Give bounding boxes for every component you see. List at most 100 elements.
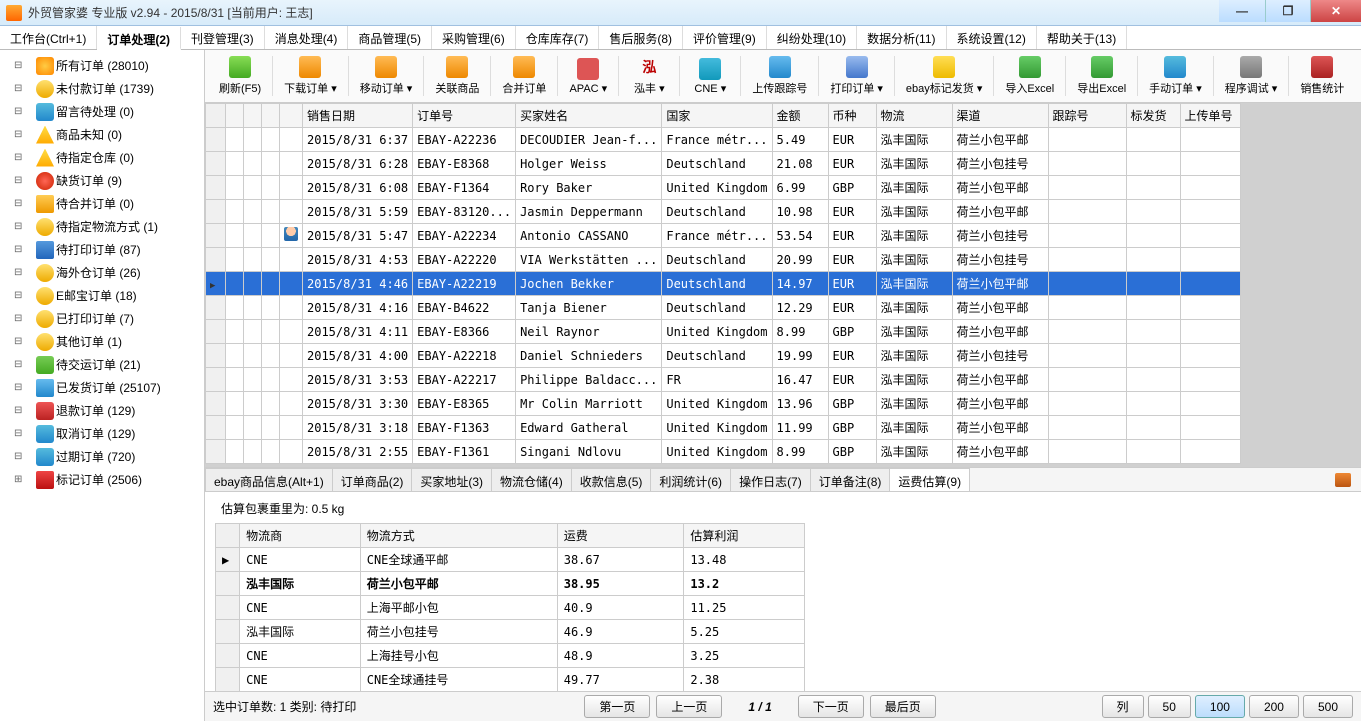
sub-tab[interactable]: 利润统计(6) bbox=[650, 468, 731, 491]
grid-header[interactable]: 销售日期 bbox=[303, 104, 413, 128]
toolbar-button[interactable]: APAC ▾ bbox=[563, 56, 613, 97]
sidebar-item[interactable]: 待合并订单 (0) bbox=[0, 192, 204, 215]
toolbar-button[interactable]: 泓泓丰 ▾ bbox=[624, 54, 674, 98]
detail-row[interactable]: CNE上海平邮小包40.911.25 bbox=[216, 596, 805, 620]
grid-row[interactable]: 2015/8/31 6:37EBAY-A22236DECOUDIER Jean-… bbox=[206, 128, 1241, 152]
sub-tab[interactable]: 买家地址(3) bbox=[411, 468, 492, 491]
pagesize-500-button[interactable]: 500 bbox=[1303, 695, 1353, 718]
grid-row[interactable]: 2015/8/31 3:53EBAY-A22217Philippe Baldac… bbox=[206, 368, 1241, 392]
main-tab[interactable]: 帮助关于(13) bbox=[1037, 26, 1127, 49]
sidebar-item[interactable]: 其他订单 (1) bbox=[0, 330, 204, 353]
sidebar-item[interactable]: E邮宝订单 (18) bbox=[0, 284, 204, 307]
toolbar-button[interactable]: 上传跟踪号 bbox=[746, 54, 813, 98]
grid-header[interactable]: 渠道 bbox=[952, 104, 1048, 128]
toolbar-button[interactable]: 手动订单 ▾ bbox=[1143, 54, 1208, 98]
pagesize-50-button[interactable]: 50 bbox=[1148, 695, 1191, 718]
sidebar-item[interactable]: 待交运订单 (21) bbox=[0, 353, 204, 376]
grid-row[interactable]: 2015/8/31 4:16EBAY-B4622Tanja BienerDeut… bbox=[206, 296, 1241, 320]
toolbar-button[interactable]: 关联商品 bbox=[429, 54, 485, 98]
book-icon[interactable] bbox=[1335, 473, 1351, 487]
sub-tab[interactable]: 收款信息(5) bbox=[571, 468, 652, 491]
sidebar-item[interactable]: 待指定仓库 (0) bbox=[0, 146, 204, 169]
sub-tab[interactable]: 运费估算(9) bbox=[889, 468, 970, 491]
toolbar-button[interactable]: 程序调试 ▾ bbox=[1219, 54, 1284, 98]
toolbar-button[interactable]: 下载订单 ▾ bbox=[278, 54, 343, 98]
first-page-button[interactable]: 第一页 bbox=[584, 695, 650, 718]
detail-row[interactable]: 泓丰国际荷兰小包挂号46.95.25 bbox=[216, 620, 805, 644]
main-tab[interactable]: 刊登管理(3) bbox=[181, 26, 265, 49]
main-tab[interactable]: 评价管理(9) bbox=[683, 26, 767, 49]
sidebar-item[interactable]: 取消订单 (129) bbox=[0, 422, 204, 445]
sidebar-item[interactable]: 已发货订单 (25107) bbox=[0, 376, 204, 399]
sidebar-item[interactable]: 标记订单 (2506) bbox=[0, 468, 204, 491]
main-tab[interactable]: 商品管理(5) bbox=[348, 26, 432, 49]
grid-header[interactable]: 订单号 bbox=[413, 104, 516, 128]
freight-table[interactable]: 物流商物流方式运费估算利润▶CNECNE全球通平邮38.6713.48泓丰国际荷… bbox=[215, 523, 805, 691]
toolbar-button[interactable]: 销售统计 bbox=[1294, 54, 1350, 98]
sidebar-item[interactable]: 所有订单 (28010) bbox=[0, 54, 204, 77]
main-tab[interactable]: 数据分析(11) bbox=[857, 26, 946, 49]
grid-header[interactable]: 币种 bbox=[828, 104, 876, 128]
grid-header[interactable]: 买家姓名 bbox=[516, 104, 662, 128]
columns-button[interactable]: 列 bbox=[1102, 695, 1144, 718]
detail-row[interactable]: 泓丰国际荷兰小包平邮38.9513.2 bbox=[216, 572, 805, 596]
sidebar-item[interactable]: 留言待处理 (0) bbox=[0, 100, 204, 123]
prev-page-button[interactable]: 上一页 bbox=[656, 695, 722, 718]
sub-tab[interactable]: 订单备注(8) bbox=[810, 468, 891, 491]
main-tab[interactable]: 系统设置(12) bbox=[947, 26, 1037, 49]
grid-row[interactable]: 2015/8/31 4:11EBAY-E8366Neil RaynorUnite… bbox=[206, 320, 1241, 344]
sub-tab[interactable]: 操作日志(7) bbox=[730, 468, 811, 491]
toolbar-button[interactable]: ebay标记发货 ▾ bbox=[900, 54, 988, 98]
last-page-button[interactable]: 最后页 bbox=[870, 695, 936, 718]
sidebar-item[interactable]: 过期订单 (720) bbox=[0, 445, 204, 468]
toolbar-button[interactable]: 导入Excel bbox=[999, 54, 1060, 98]
sidebar-item[interactable]: 商品未知 (0) bbox=[0, 123, 204, 146]
sidebar-item[interactable]: 待打印订单 (87) bbox=[0, 238, 204, 261]
sub-tab[interactable]: 物流仓储(4) bbox=[491, 468, 572, 491]
grid-row[interactable]: 2015/8/31 4:53EBAY-A22220VIA Werkstätten… bbox=[206, 248, 1241, 272]
grid-row[interactable]: 2015/8/31 6:08EBAY-F1364Rory BakerUnited… bbox=[206, 176, 1241, 200]
grid-header[interactable]: 物流 bbox=[876, 104, 952, 128]
main-tab[interactable]: 仓库库存(7) bbox=[516, 26, 600, 49]
main-tab[interactable]: 消息处理(4) bbox=[265, 26, 349, 49]
sidebar-item[interactable]: 海外仓订单 (26) bbox=[0, 261, 204, 284]
toolbar-button[interactable]: 合并订单 bbox=[496, 54, 552, 98]
grid-row[interactable]: 2015/8/31 4:00EBAY-A22218Daniel Schniede… bbox=[206, 344, 1241, 368]
grid-row[interactable]: 2015/8/31 2:55EBAY-F1361Singani NdlovuUn… bbox=[206, 440, 1241, 464]
grid-header[interactable]: 金额 bbox=[772, 104, 828, 128]
pagesize-200-button[interactable]: 200 bbox=[1249, 695, 1299, 718]
sidebar-item[interactable]: 未付款订单 (1739) bbox=[0, 77, 204, 100]
grid-row[interactable]: 2015/8/31 6:28EBAY-E8368Holger WeissDeut… bbox=[206, 152, 1241, 176]
window-close-button[interactable]: ✕ bbox=[1311, 0, 1361, 22]
grid-header[interactable]: 上传单号 bbox=[1180, 104, 1240, 128]
sidebar-item[interactable]: 退款订单 (129) bbox=[0, 399, 204, 422]
sub-tab[interactable]: ebay商品信息(Alt+1) bbox=[205, 468, 333, 491]
detail-row[interactable]: ▶CNECNE全球通平邮38.6713.48 bbox=[216, 548, 805, 572]
toolbar-button[interactable]: 移动订单 ▾ bbox=[354, 54, 419, 98]
grid-row[interactable]: 2015/8/31 3:30EBAY-E8365Mr Colin Marriot… bbox=[206, 392, 1241, 416]
order-grid[interactable]: 销售日期订单号买家姓名国家金额币种物流渠道跟踪号标发货上传单号2015/8/31… bbox=[205, 103, 1241, 464]
sidebar-item[interactable]: 已打印订单 (7) bbox=[0, 307, 204, 330]
grid-row[interactable]: 2015/8/31 4:46EBAY-A22219Jochen BekkerDe… bbox=[206, 272, 1241, 296]
grid-row[interactable]: 2015/8/31 5:47EBAY-A22234Antonio CASSANO… bbox=[206, 224, 1241, 248]
main-tab[interactable]: 采购管理(6) bbox=[432, 26, 516, 49]
toolbar-button[interactable]: 打印订单 ▾ bbox=[824, 54, 889, 98]
sidebar-item[interactable]: 缺货订单 (9) bbox=[0, 169, 204, 192]
main-tab[interactable]: 订单处理(2) bbox=[97, 27, 181, 50]
toolbar-button[interactable]: 刷新(F5) bbox=[213, 54, 267, 98]
main-tab[interactable]: 工作台(Ctrl+1) bbox=[0, 26, 97, 49]
main-tab[interactable]: 售后服务(8) bbox=[599, 26, 683, 49]
grid-header[interactable]: 跟踪号 bbox=[1048, 104, 1126, 128]
grid-header[interactable]: 标发货 bbox=[1126, 104, 1180, 128]
window-maximize-button[interactable]: ❐ bbox=[1265, 0, 1311, 22]
toolbar-button[interactable]: 导出Excel bbox=[1071, 54, 1132, 98]
window-minimize-button[interactable]: ― bbox=[1219, 0, 1265, 22]
toolbar-button[interactable]: CNE ▾ bbox=[685, 56, 735, 97]
main-tab[interactable]: 纠纷处理(10) bbox=[767, 26, 857, 49]
grid-row[interactable]: 2015/8/31 5:59EBAY-83120...Jasmin Depper… bbox=[206, 200, 1241, 224]
grid-row[interactable]: 2015/8/31 3:18EBAY-F1363Edward GatheralU… bbox=[206, 416, 1241, 440]
sub-tab[interactable]: 订单商品(2) bbox=[332, 468, 413, 491]
pagesize-100-button[interactable]: 100 bbox=[1195, 695, 1245, 718]
grid-header[interactable]: 国家 bbox=[662, 104, 772, 128]
detail-row[interactable]: CNE上海挂号小包48.93.25 bbox=[216, 644, 805, 668]
